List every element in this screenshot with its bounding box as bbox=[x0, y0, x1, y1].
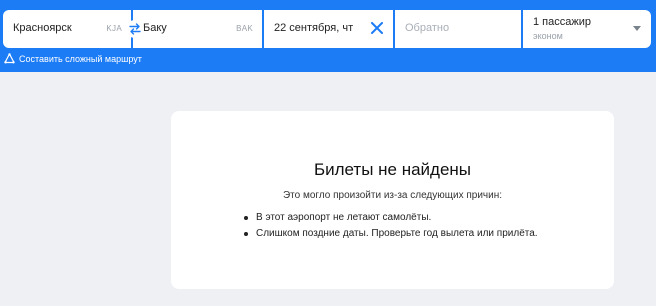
list-item: В этот аэропорт не летают самолёты. bbox=[243, 210, 538, 226]
depart-date-field[interactable]: 22 сентября, чт bbox=[262, 10, 393, 48]
empty-results-card: Билеты не найдены Это могло произойти из… bbox=[171, 111, 614, 289]
destination-iata: BAK bbox=[236, 24, 253, 33]
return-date-field[interactable]: Обратно bbox=[393, 10, 521, 48]
destination-city: Баку bbox=[143, 22, 167, 34]
depart-date: 22 сентября, чт bbox=[274, 22, 354, 34]
passenger-count: 1 пассажир bbox=[533, 16, 591, 28]
reasons-list: В этот аэропорт не летают самолёты. Слиш… bbox=[243, 210, 538, 242]
list-item: Слишком поздние даты. Проверьте год выле… bbox=[243, 226, 538, 242]
destination-field[interactable]: Баку BAK bbox=[131, 10, 262, 48]
origin-iata: KJA bbox=[106, 24, 122, 33]
passengers-field[interactable]: 1 пассажир эконом bbox=[521, 10, 651, 48]
close-icon[interactable] bbox=[369, 20, 385, 36]
empty-subtitle: Это могло произойти из-за следующих прич… bbox=[282, 190, 503, 201]
empty-title: Билеты не найдены bbox=[313, 160, 472, 179]
search-header: Красноярск KJA Баку BAK 22 сентября, чт … bbox=[0, 0, 656, 72]
complex-route-label: Составить сложный маршрут bbox=[19, 53, 142, 64]
return-placeholder: Обратно bbox=[405, 22, 450, 34]
search-form: Красноярск KJA Баку BAK 22 сентября, чт … bbox=[3, 10, 651, 48]
cabin-class: эконом bbox=[533, 31, 563, 41]
origin-field[interactable]: Красноярск KJA bbox=[3, 10, 131, 48]
route-icon bbox=[4, 53, 15, 64]
complex-route-link[interactable]: Составить сложный маршрут bbox=[4, 53, 142, 64]
chevron-down-icon bbox=[633, 26, 641, 31]
swap-arrows-icon[interactable] bbox=[126, 20, 144, 38]
origin-city: Красноярск bbox=[13, 22, 72, 34]
